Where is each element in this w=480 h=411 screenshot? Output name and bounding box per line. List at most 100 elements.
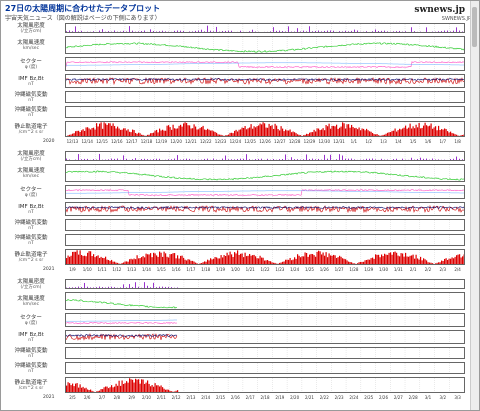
electron-bar [315, 256, 317, 264]
date-tick-label: 12/19 [155, 139, 168, 144]
scrollbar-thumb[interactable] [472, 7, 477, 47]
date-tick-label: 2/14 [201, 395, 211, 400]
electron-bar [451, 133, 453, 136]
density-bar [120, 287, 121, 288]
electron-bar [442, 129, 444, 136]
date-tick-label: 2/8 [113, 395, 121, 400]
row-label-unit: km/sec [22, 46, 40, 51]
electron-bar [180, 124, 182, 136]
density-bar [258, 158, 259, 160]
electron-bar [160, 385, 162, 392]
electron-bar [390, 132, 392, 136]
electron-bar [354, 128, 356, 136]
plot-row: IMF Bz,Bt nT [3, 74, 473, 88]
plot-area [65, 249, 465, 265]
density-bar [336, 159, 337, 160]
plot-area [65, 234, 465, 246]
electron-bar [357, 263, 359, 264]
electron-bar [207, 128, 209, 136]
electron-bar [313, 129, 315, 136]
electron-bar [154, 383, 156, 392]
date-tick-label: 2/23 [334, 395, 344, 400]
electron-bar [151, 385, 153, 392]
density-bar [447, 30, 448, 32]
electron-bar [126, 130, 128, 136]
date-tick-label: 2/1 [409, 267, 417, 272]
electron-bar [270, 261, 272, 264]
density-bar [456, 27, 457, 32]
row-label: セクター φ (度) [3, 59, 59, 71]
electron-bar [88, 251, 90, 264]
electron-bar [162, 387, 164, 392]
electron-bar [96, 256, 98, 264]
electron-bar [69, 134, 71, 136]
density-bar [117, 158, 118, 160]
electron-bar [127, 129, 129, 136]
electron-bar [102, 128, 104, 136]
electron-bar [420, 256, 422, 264]
date-tick-label: 2/22 [319, 395, 329, 400]
electron-bar [379, 257, 381, 264]
row-label: 沖縄磁気変動 nT [3, 348, 59, 360]
electron-bar [415, 254, 417, 264]
density-bar [144, 158, 145, 160]
series-line [66, 62, 464, 66]
electron-bar [268, 123, 270, 136]
electron-bar [222, 135, 224, 136]
density-bar [93, 31, 94, 32]
date-tick-label: 12/24 [229, 139, 242, 144]
electron-bar [255, 256, 257, 264]
electron-bar [166, 256, 168, 264]
electron-bar [312, 132, 314, 136]
density-bar [249, 159, 250, 160]
series-line [66, 321, 178, 324]
electron-bar [118, 128, 120, 136]
density-bar [126, 31, 127, 32]
electron-bar [363, 128, 365, 136]
plot-row: 太陽風速度 km/sec [3, 36, 473, 54]
density-bar [282, 31, 283, 32]
density-bar [102, 287, 103, 288]
electron-bar [372, 132, 374, 136]
vertical-scrollbar[interactable] [470, 1, 479, 410]
electron-bar [183, 123, 185, 136]
electron-bar [201, 127, 203, 136]
density-bar [417, 159, 418, 160]
row-label: 太陽風速度 km/sec [3, 40, 59, 52]
electron-bar [333, 254, 335, 264]
electron-bar [333, 125, 335, 136]
density-bar [366, 158, 367, 160]
density-bar [342, 155, 343, 160]
site-logo[interactable]: swnews.jp [414, 5, 465, 15]
density-bar [129, 26, 130, 32]
density-bar [144, 282, 145, 288]
density-bar [159, 31, 160, 32]
density-bar [459, 30, 460, 32]
density-bar [462, 31, 463, 32]
electron-bar [265, 127, 267, 136]
electron-bar [279, 130, 281, 136]
electron-bar [238, 129, 240, 136]
electron-bar [139, 258, 141, 264]
electron-bar [408, 127, 410, 136]
electron-bar [219, 258, 221, 264]
electron-bar [78, 254, 80, 264]
electron-bar [289, 129, 291, 136]
row-label-unit: (/立方cm) [20, 157, 42, 162]
electron-bar [271, 262, 273, 264]
electron-bar [343, 258, 345, 264]
density-bar [324, 154, 325, 160]
density-bar [225, 30, 226, 32]
electron-bar [150, 133, 152, 136]
electron-bar [205, 129, 207, 136]
density-bar [303, 30, 304, 32]
density-bar [108, 159, 109, 160]
electron-bar [94, 129, 96, 136]
electron-bar [306, 252, 308, 264]
electron-bar [274, 123, 276, 136]
date-tick-label: 2/28 [408, 395, 418, 400]
density-bar [159, 286, 160, 288]
density-bar [312, 158, 313, 160]
date-tick-label: 1/13 [127, 267, 137, 272]
electron-bar [108, 388, 110, 392]
